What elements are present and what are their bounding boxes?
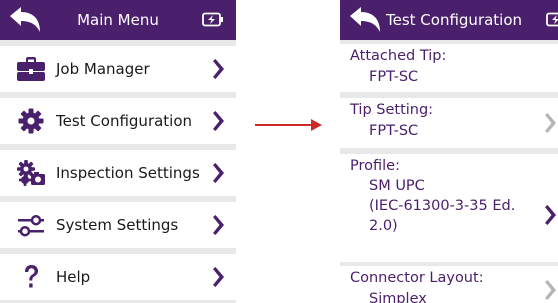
attached-tip-value: FPT-SC: [369, 69, 419, 85]
chevron-right-icon: [545, 280, 556, 300]
question-mark-icon: [25, 265, 38, 288]
battery-charging-icon: [202, 12, 223, 27]
test-configuration-header: Test Configuration: [340, 0, 558, 40]
menu-item-label: Help: [56, 268, 91, 286]
transition-arrow-icon: [311, 119, 322, 131]
back-arrow-icon[interactable]: [348, 6, 382, 34]
briefcase-icon: [17, 57, 45, 81]
main-menu-screen: Main Menu Job Manager Test Configuration…: [0, 0, 236, 303]
chevron-right-icon: [213, 111, 224, 131]
chevron-right-icon: [213, 215, 224, 235]
main-menu-header: Main Menu: [0, 0, 236, 40]
battery-charging-icon: [546, 12, 558, 27]
test-configuration-screen: Test Configuration Attached Tip: FPT-SC …: [340, 0, 558, 303]
transition-arrow-line: [255, 124, 313, 126]
profile-label: Profile:: [350, 158, 400, 174]
profile-value-line-2: (IEC-61300-3-35 Ed.: [369, 198, 516, 214]
menu-item-test-configuration[interactable]: Test Configuration: [0, 98, 236, 144]
profile-row[interactable]: Profile: SM UPC (IEC-61300-3-35 Ed. 2.0): [340, 154, 558, 262]
connector-layout-label: Connector Layout:: [350, 270, 484, 286]
profile-value-line-1: SM UPC: [369, 178, 425, 194]
chevron-right-icon: [213, 267, 224, 287]
menu-item-system-settings[interactable]: System Settings: [0, 202, 236, 248]
page-title: Test Configuration: [386, 11, 523, 29]
chevron-right-icon: [213, 163, 224, 183]
attached-tip-label: Attached Tip:: [350, 48, 447, 64]
sliders-icon: [18, 214, 44, 237]
page-title: Main Menu: [77, 11, 159, 29]
chevron-right-icon: [213, 59, 224, 79]
menu-item-help[interactable]: Help: [0, 254, 236, 300]
chevron-right-icon: [545, 113, 556, 133]
profile-value-line-3: 2.0): [369, 218, 398, 234]
menu-item-label: Job Manager: [56, 60, 150, 78]
gear-icon: [18, 108, 44, 134]
menu-item-label: System Settings: [56, 216, 179, 234]
chevron-right-icon: [545, 205, 556, 225]
tip-setting-row[interactable]: Tip Setting: FPT-SC: [340, 98, 558, 148]
connector-layout-row[interactable]: Connector Layout: Simplex: [340, 266, 558, 303]
menu-item-label: Test Configuration: [56, 112, 193, 130]
attached-tip-row: Attached Tip: FPT-SC: [340, 44, 558, 92]
tip-setting-value: FPT-SC: [369, 123, 419, 139]
connector-layout-value: Simplex: [369, 291, 427, 303]
menu-item-inspection-settings[interactable]: Inspection Settings: [0, 150, 236, 196]
menu-item-label: Inspection Settings: [56, 164, 200, 182]
gears-camera-icon: [17, 160, 45, 186]
menu-item-job-manager[interactable]: Job Manager: [0, 46, 236, 92]
tip-setting-label: Tip Setting:: [350, 102, 434, 118]
